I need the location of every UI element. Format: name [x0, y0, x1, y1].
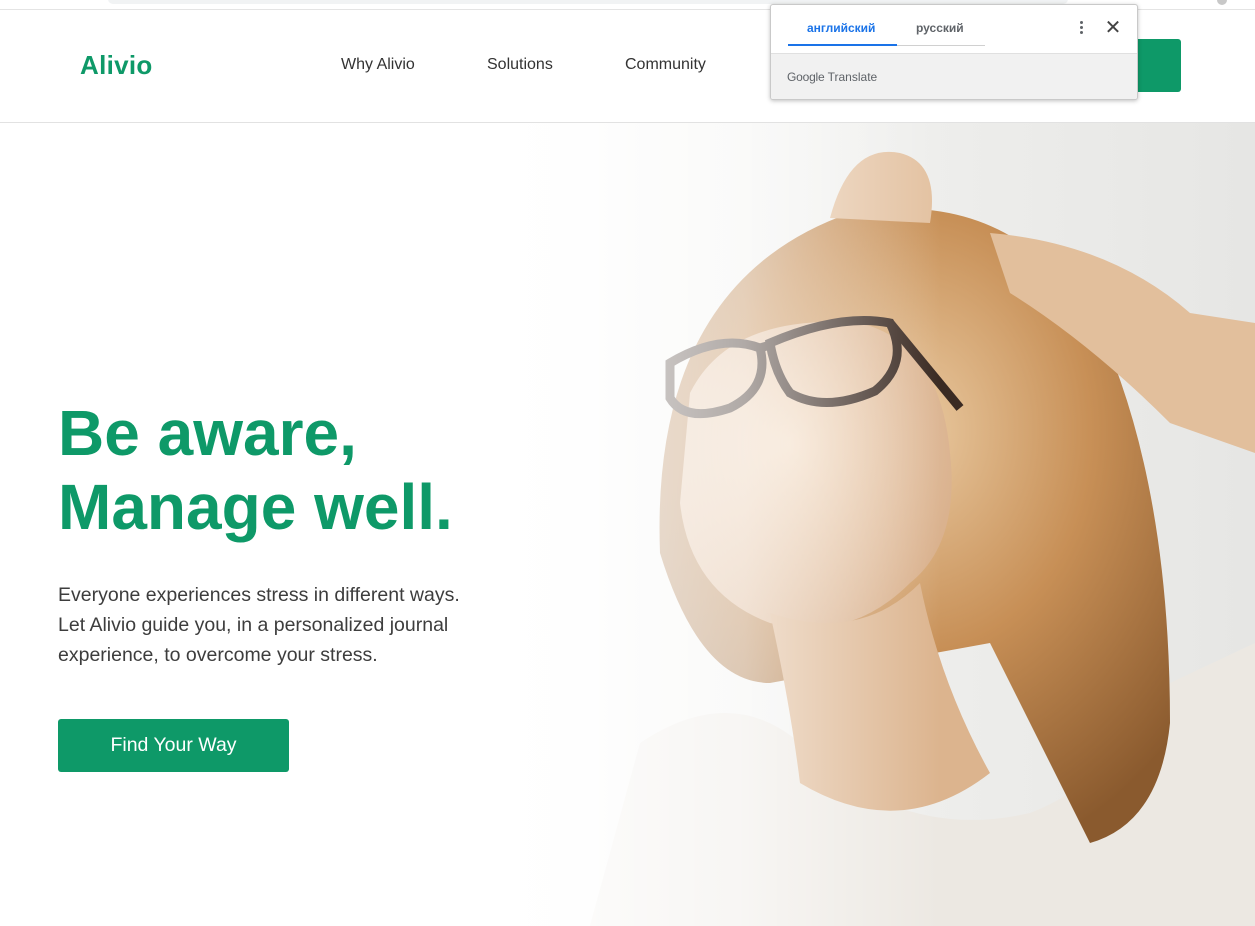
page: Alivio Why Alivio Solutions Community Be…: [0, 0, 1255, 926]
translate-language-tabs: английский русский: [788, 5, 985, 46]
nav-community[interactable]: Community: [625, 56, 706, 74]
hero-title-line-1: Be aware,: [58, 397, 357, 469]
close-icon[interactable]: ✕: [1103, 18, 1123, 38]
hero-title: Be aware, Manage well.: [58, 396, 518, 544]
nav-why-alivio[interactable]: Why Alivio: [341, 56, 415, 74]
nav-solutions[interactable]: Solutions: [487, 56, 553, 74]
hero-title-line-2: Manage well.: [58, 471, 453, 543]
translate-footer: Google Translate: [771, 53, 1137, 99]
logo[interactable]: Alivio: [80, 50, 153, 81]
active-tab-indicator: [788, 44, 897, 46]
tab-russian[interactable]: русский: [916, 21, 964, 35]
google-translate-popup: английский русский ✕ Google Translate: [770, 4, 1138, 100]
profile-icon[interactable]: [1217, 0, 1227, 5]
google-translate-brand: Google Translate: [787, 70, 877, 84]
hero-subtitle: Everyone experiences stress in different…: [58, 584, 460, 666]
google-wordmark: Google: [787, 70, 825, 84]
translate-wordmark: Translate: [827, 70, 878, 84]
more-vert-icon[interactable]: [1073, 19, 1089, 39]
find-your-way-button[interactable]: Find Your Way: [58, 719, 289, 772]
hero-text-block: Be aware, Manage well. Everyone experien…: [58, 396, 518, 670]
hero-photo: [470, 123, 1255, 926]
tab-english[interactable]: английский: [807, 21, 875, 35]
